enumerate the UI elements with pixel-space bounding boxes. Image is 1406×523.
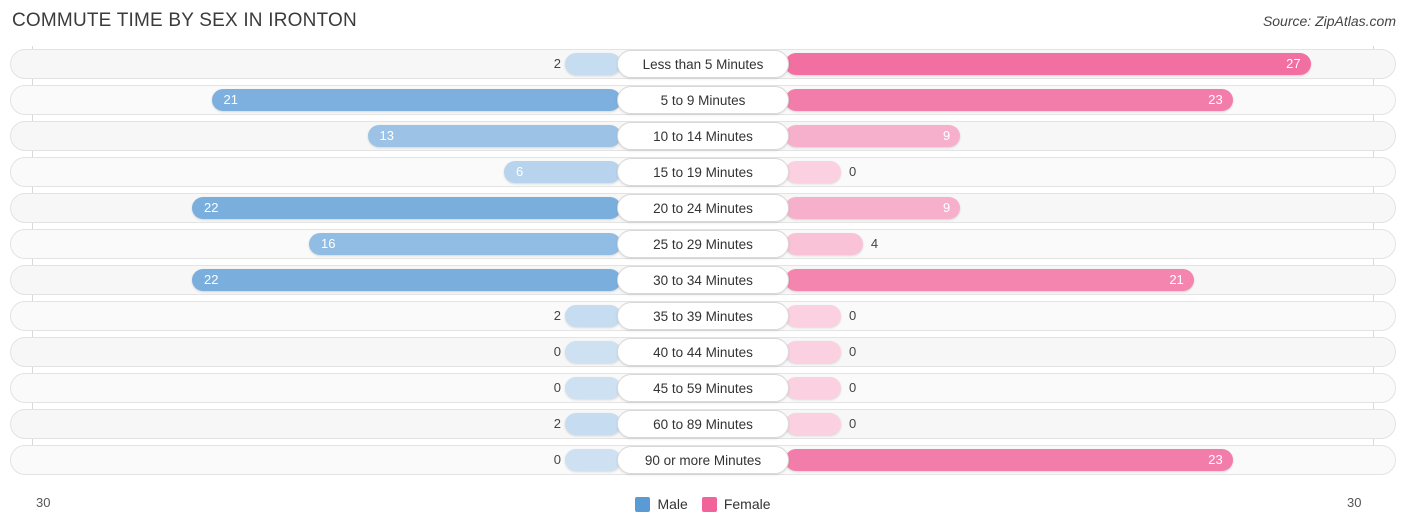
bar-female[interactable]	[785, 377, 841, 399]
bar-value-female: 0	[849, 380, 857, 395]
chart-legend: Male Female	[0, 491, 1406, 517]
category-label: 35 to 39 Minutes	[617, 302, 789, 330]
bar-value-male: 2	[553, 416, 561, 431]
chart-row: 6 0 15 to 19 Minutes	[0, 154, 1406, 190]
bar-value-male: 21	[223, 92, 238, 107]
bar-value-female: 23	[1208, 452, 1223, 467]
bar-female[interactable]	[785, 53, 1311, 75]
bar-value-male: 22	[204, 272, 219, 287]
chart-header: COMMUTE TIME BY SEX IN IRONTON Source: Z…	[0, 0, 1406, 44]
bar-value-male: 2	[553, 56, 561, 71]
category-label: 25 to 29 Minutes	[617, 230, 789, 258]
bar-value-female: 0	[849, 344, 857, 359]
bar-male[interactable]	[565, 305, 621, 327]
chart-row: 22 9 20 to 24 Minutes	[0, 190, 1406, 226]
legend-item-male[interactable]: Male	[635, 496, 688, 512]
bar-male[interactable]	[192, 197, 621, 219]
bar-value-female: 0	[849, 308, 857, 323]
category-label: 45 to 59 Minutes	[617, 374, 789, 402]
bar-male[interactable]	[309, 233, 621, 255]
bar-female[interactable]	[785, 449, 1233, 471]
legend-label: Female	[723, 496, 771, 512]
category-label: 10 to 14 Minutes	[617, 122, 789, 150]
page-title: COMMUTE TIME BY SEX IN IRONTON	[12, 10, 357, 31]
bar-value-male: 16	[321, 236, 336, 251]
bar-value-male: 6	[516, 164, 524, 179]
chart-row: 2 0 60 to 89 Minutes	[0, 406, 1406, 442]
bar-value-male: 0	[553, 452, 561, 467]
bar-value-female: 0	[849, 164, 857, 179]
legend-swatch-icon	[635, 496, 651, 512]
bar-male[interactable]	[565, 377, 621, 399]
chart-row: 0 0 45 to 59 Minutes	[0, 370, 1406, 406]
legend-swatch-icon	[701, 496, 717, 512]
bar-value-female: 9	[942, 200, 951, 215]
bar-value-female: 0	[849, 416, 857, 431]
bar-value-female: 4	[870, 236, 879, 251]
chart-row: 21 23 5 to 9 Minutes	[0, 82, 1406, 118]
bar-value-male: 0	[553, 380, 561, 395]
bar-value-male: 0	[553, 344, 561, 359]
bar-value-male: 22	[204, 200, 219, 215]
chart-row: 22 21 30 to 34 Minutes	[0, 262, 1406, 298]
category-label: Less than 5 Minutes	[617, 50, 789, 78]
bar-value-female: 9	[942, 128, 951, 143]
bar-male[interactable]	[367, 125, 621, 147]
bar-male[interactable]	[565, 413, 621, 435]
chart-row: 0 23 90 or more Minutes	[0, 442, 1406, 478]
chart-row: 2 27 Less than 5 Minutes	[0, 46, 1406, 82]
chart-row: 16 4 25 to 29 Minutes	[0, 226, 1406, 262]
bar-female[interactable]	[785, 233, 863, 255]
category-label: 20 to 24 Minutes	[617, 194, 789, 222]
bar-value-female: 27	[1286, 56, 1301, 71]
category-label: 5 to 9 Minutes	[617, 86, 789, 114]
chart-row: 2 0 35 to 39 Minutes	[0, 298, 1406, 334]
chart-row: 13 9 10 to 14 Minutes	[0, 118, 1406, 154]
bar-female[interactable]	[785, 89, 1233, 111]
legend-label: Male	[657, 496, 688, 512]
bar-female[interactable]	[785, 413, 841, 435]
category-label: 15 to 19 Minutes	[617, 158, 789, 186]
category-label: 60 to 89 Minutes	[617, 410, 789, 438]
chart-row: 0 0 40 to 44 Minutes	[0, 334, 1406, 370]
category-label: 40 to 44 Minutes	[617, 338, 789, 366]
source-attribution: Source: ZipAtlas.com	[1262, 13, 1396, 29]
chart-plot-area: 2 27 Less than 5 Minutes 21 23 5 to 9 Minutes…	[0, 46, 1406, 483]
bar-female[interactable]	[785, 305, 841, 327]
bar-male[interactable]	[565, 341, 621, 363]
bar-male[interactable]	[565, 449, 621, 471]
bar-female[interactable]	[785, 161, 841, 183]
bar-value-female: 21	[1169, 272, 1184, 287]
legend-item-female[interactable]: Female	[701, 496, 771, 512]
chart-rows: 2 27 Less than 5 Minutes 21 23 5 to 9 Minutes…	[0, 46, 1406, 478]
bar-value-female: 23	[1208, 92, 1223, 107]
bar-male[interactable]	[565, 53, 621, 75]
bar-female[interactable]	[785, 269, 1194, 291]
bar-male[interactable]	[192, 269, 621, 291]
bar-female[interactable]	[785, 341, 841, 363]
bar-value-male: 13	[379, 128, 394, 143]
bar-value-male: 2	[553, 308, 561, 323]
bar-male[interactable]	[211, 89, 621, 111]
category-label: 30 to 34 Minutes	[617, 266, 789, 294]
category-label: 90 or more Minutes	[617, 446, 789, 474]
